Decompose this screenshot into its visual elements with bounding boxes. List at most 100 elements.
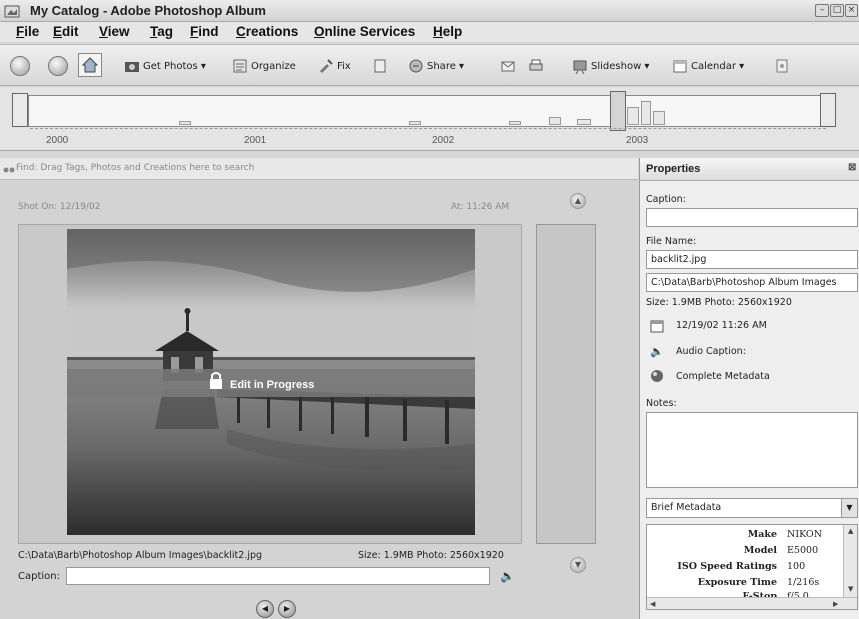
metadata-key: Make: [747, 529, 777, 540]
menu-tag[interactable]: Tag: [150, 24, 173, 39]
photo-file-path: C:\Data\Barb\Photoshop Album Images\back…: [18, 550, 263, 561]
timeline-ticks: [30, 128, 826, 134]
metadata-key: Exposure Time: [697, 577, 777, 588]
audio-icon: 🔈: [650, 345, 664, 358]
scroll-left-arrow-icon[interactable]: ◀: [650, 600, 655, 608]
scroll-up-arrow-icon[interactable]: ▲: [848, 527, 853, 535]
back-button[interactable]: [10, 56, 30, 76]
chevron-down-icon[interactable]: ▼: [841, 499, 857, 517]
photo-file-info: Size: 1.9MB Photo: 2560x1920: [358, 550, 504, 561]
file-size-info: Size: 1.9MB Photo: 2560x1920: [646, 297, 792, 308]
calendar-button[interactable]: Calendar ▾: [672, 58, 744, 76]
toolbar: Get Photos ▾ Organize Fix Share ▾ Slides…: [0, 44, 859, 86]
photo-datetime: 12/19/02 11:26 AM: [676, 320, 767, 331]
extra-tool-button[interactable]: [774, 58, 793, 76]
timeline-bar: [577, 119, 591, 125]
share-label: Share ▾: [427, 61, 465, 72]
caption-label: Caption:: [18, 571, 60, 582]
email-button[interactable]: [500, 58, 519, 76]
timeline-start-handle[interactable]: [12, 93, 28, 127]
next-photo-button[interactable]: ▶: [278, 600, 296, 618]
metadata-row: ISO Speed Ratings 100: [647, 561, 843, 577]
organize-icon: [233, 59, 247, 73]
menu-find[interactable]: Find: [190, 24, 219, 39]
properties-panel: Properties ⊠ Caption: File Name: backlit…: [639, 158, 859, 619]
menu-creations[interactable]: Creations: [236, 24, 298, 39]
slideshow-button[interactable]: Slideshow ▾: [572, 58, 649, 76]
slideshow-icon: [573, 60, 587, 74]
edit-in-progress-label: Edit in Progress: [230, 379, 314, 391]
organize-label: Organize: [251, 61, 296, 72]
timeline-year: 2003: [626, 135, 649, 146]
scroll-down-arrow-icon[interactable]: ▼: [848, 585, 853, 593]
home-icon: [81, 57, 99, 73]
share-button[interactable]: Share ▾: [408, 58, 464, 76]
properties-header: Properties ⊠: [640, 158, 859, 181]
metadata-vertical-scrollbar[interactable]: ▲ ▼: [843, 525, 857, 597]
properties-title: Properties: [646, 163, 701, 175]
menu-view[interactable]: View: [99, 24, 130, 39]
close-panel-icon[interactable]: ⊠: [848, 162, 856, 173]
timeline-bar: [653, 111, 665, 125]
filename-field[interactable]: backlit2.jpg: [646, 250, 858, 269]
title-bar: My Catalog - Adobe Photoshop Album – □ ×: [0, 0, 859, 22]
slideshow-label: Slideshow ▾: [591, 61, 650, 72]
complete-metadata-link[interactable]: Complete Metadata: [676, 371, 770, 382]
notes-label: Notes:: [646, 398, 677, 409]
get-photos-label: Get Photos ▾: [143, 61, 206, 72]
metadata-value: NIKON: [787, 529, 823, 540]
close-button[interactable]: ×: [845, 4, 858, 17]
fix-icon: [320, 59, 333, 73]
menu-file[interactable]: File: [16, 24, 39, 39]
filmstrip-panel[interactable]: [536, 224, 596, 544]
photo-image[interactable]: Edit in Progress: [67, 229, 475, 535]
organize-button[interactable]: Organize: [232, 58, 296, 76]
metadata-row: Model E5000: [647, 545, 843, 561]
timeline-end-handle[interactable]: [820, 93, 836, 127]
metadata-horizontal-scrollbar[interactable]: ◀ ▶: [647, 597, 857, 609]
print-button[interactable]: [528, 58, 547, 76]
timeline-track[interactable]: [28, 95, 828, 127]
metadata-value: 1/216s: [787, 577, 820, 588]
metadata-value: E5000: [787, 545, 819, 556]
scroll-right-arrow-icon[interactable]: ▶: [833, 600, 838, 608]
calendar-icon: [673, 60, 687, 73]
maximize-button[interactable]: □: [830, 4, 844, 17]
calendar-icon[interactable]: [650, 319, 664, 333]
minimize-button[interactable]: –: [815, 4, 829, 17]
caption-input[interactable]: [66, 567, 490, 585]
audio-caption-label[interactable]: Audio Caption:: [676, 346, 746, 357]
notes-textarea[interactable]: [646, 412, 858, 488]
speaker-icon[interactable]: 🔈: [500, 569, 515, 583]
metadata-key: Model: [743, 545, 777, 556]
forward-button[interactable]: [48, 56, 68, 76]
folder-field: C:\Data\Barb\Photoshop Album Images: [646, 273, 858, 292]
metadata-value: 100: [787, 561, 806, 572]
metadata-table: Make NIKON Model E5000 ISO Speed Ratings…: [646, 524, 858, 610]
calendar-label: Calendar ▾: [691, 61, 745, 72]
fix-button[interactable]: Fix: [318, 58, 351, 76]
envelope-icon: [501, 61, 515, 72]
home-button[interactable]: [78, 53, 102, 77]
metadata-icon: [651, 370, 663, 382]
caption-field[interactable]: [646, 208, 858, 227]
find-bar[interactable]: Find: Drag Tags, Photos and Creations he…: [0, 158, 638, 180]
find-hint: Find: Drag Tags, Photos and Creations he…: [16, 163, 255, 173]
get-photos-button[interactable]: Get Photos ▾: [124, 58, 206, 76]
camera-icon: [125, 62, 139, 72]
timeline[interactable]: 2000 2001 2002 2003: [0, 87, 859, 151]
timeline-year: 2000: [46, 135, 69, 146]
edit-tool-button[interactable]: [372, 58, 391, 76]
previous-photo-button[interactable]: ◀: [256, 600, 274, 618]
scroll-down-button[interactable]: ▼: [570, 557, 586, 573]
photo-view-panel: Shot On: 12/19/02 At: 11:26 AM ▲ Edit in…: [0, 181, 638, 619]
metadata-mode-select[interactable]: Brief Metadata ▼: [646, 498, 858, 518]
menu-edit[interactable]: Edit: [53, 24, 79, 39]
menu-help[interactable]: Help: [433, 24, 462, 39]
menu-online-services[interactable]: Online Services: [314, 24, 415, 39]
scroll-up-button[interactable]: ▲: [570, 193, 586, 209]
timeline-bar: [627, 107, 639, 125]
timeline-bar: [509, 121, 521, 125]
menu-bar: File Edit View Tag Find Creations Online…: [0, 22, 859, 42]
timeline-position-handle[interactable]: [610, 91, 626, 131]
